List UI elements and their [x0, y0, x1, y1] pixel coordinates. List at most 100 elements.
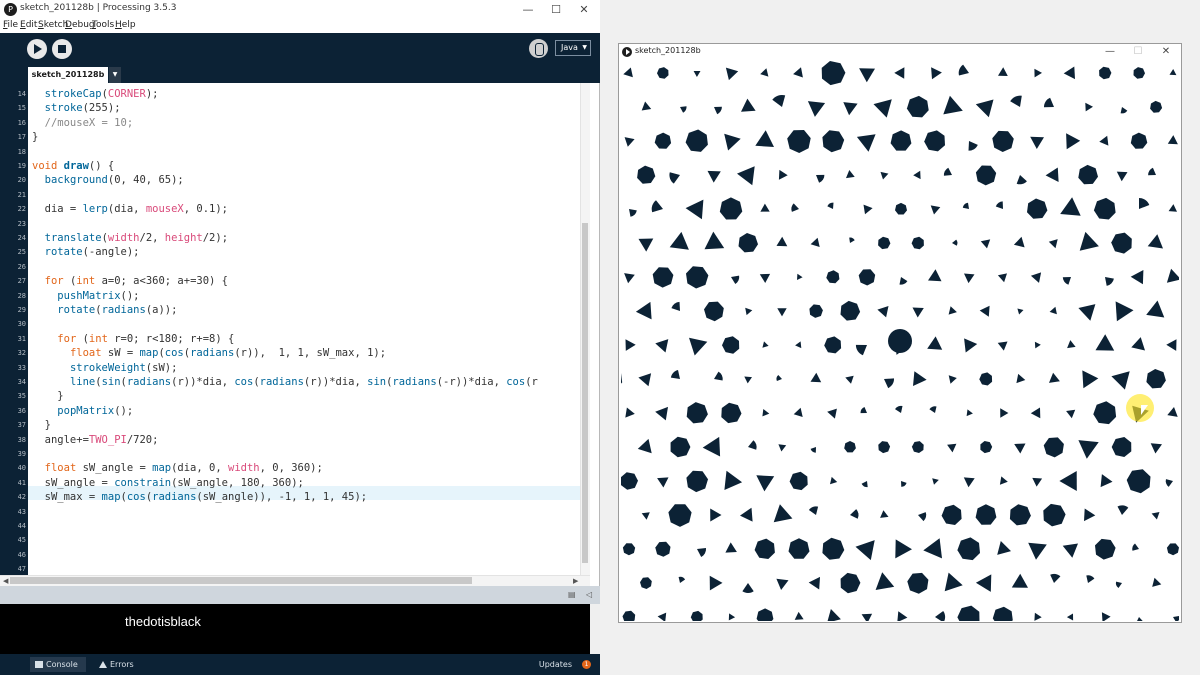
triangle-shape [1082, 370, 1099, 389]
code-token: map [139, 347, 159, 360]
menu-file[interactable]: File [3, 20, 18, 30]
menu-edit[interactable]: Edit [20, 20, 37, 30]
triangle-shape [877, 306, 889, 318]
errors-tab[interactable]: Errors [94, 657, 146, 672]
heptagon-shape [1150, 100, 1163, 113]
scroll-left-icon[interactable]: ◀ [3, 577, 8, 585]
code-line: dia = lerp(dia, mouseX, 0.1); [32, 202, 582, 216]
vertical-scroll-thumb[interactable] [582, 223, 588, 563]
triangle-shape [913, 371, 927, 386]
triangle-shape [1167, 135, 1178, 145]
sketch-canvas[interactable] [621, 61, 1179, 621]
line-number: 27 [17, 277, 26, 286]
triangle-shape [1111, 371, 1130, 390]
menu-help[interactable]: Help [115, 20, 136, 30]
code-token: strokeCap [44, 88, 102, 100]
stop-button[interactable] [52, 39, 72, 59]
heptagon-shape [878, 441, 891, 454]
wedge-shape [1148, 167, 1156, 176]
wedge-shape [670, 370, 680, 379]
heptagon-shape [686, 402, 708, 424]
triangle-shape [689, 337, 708, 356]
heptagon-shape [621, 472, 638, 490]
mode-label: Java [561, 43, 578, 52]
horizontal-scroll-thumb[interactable] [10, 577, 472, 584]
heptagon-shape [906, 95, 929, 118]
wedge-shape [850, 509, 859, 519]
generative-pattern [621, 61, 1179, 621]
triangle-shape [856, 134, 876, 152]
sketch-titlebar[interactable]: sketch_201128b — ☐ ✕ [619, 44, 1181, 60]
heptagon-shape [924, 130, 945, 152]
triangle-shape [744, 376, 752, 384]
heptagon-shape [789, 471, 808, 491]
close-button[interactable]: ✕ [570, 2, 598, 17]
updates-link[interactable]: Updates [539, 657, 572, 672]
line-number: 42 [17, 493, 26, 502]
menu-debug[interactable]: Debug [65, 20, 95, 30]
minimize-button[interactable]: — [514, 2, 542, 17]
code-token: void [32, 160, 58, 172]
wedge-shape [943, 167, 952, 176]
line-number: 17 [17, 133, 26, 142]
code-token: (); [120, 289, 140, 302]
menu-tools[interactable]: Tools [92, 20, 114, 30]
heptagon-shape [890, 130, 912, 151]
line-number: 15 [17, 104, 26, 113]
collapse-icon[interactable]: ◁ [586, 590, 592, 599]
maximize-button[interactable]: ☐ [542, 2, 570, 17]
debugger-icon[interactable] [529, 39, 548, 58]
heptagon-shape [1111, 437, 1132, 457]
copy-icon[interactable]: ▤ [568, 590, 576, 599]
code-token: (); [114, 404, 134, 417]
code-line: float sW = map(cos(radians(r)), 1, 1, sW… [32, 346, 582, 360]
scroll-right-icon[interactable]: ▶ [573, 577, 578, 585]
sketch-close-button[interactable]: ✕ [1153, 44, 1179, 60]
triangle-shape [1131, 337, 1145, 351]
console-output[interactable]: thedotisblack [0, 604, 590, 654]
tab-sketch[interactable]: sketch_201128b [28, 67, 108, 83]
code-line: stroke(255); [32, 101, 582, 115]
triangle-shape [913, 170, 921, 180]
code-token: radians [392, 376, 437, 388]
ide-titlebar[interactable]: P sketch_201128b | Processing 3.5.3 — ☐ … [0, 0, 600, 19]
triangle-shape [930, 205, 941, 215]
triangle-shape [725, 542, 737, 553]
code-token: radians [259, 376, 304, 388]
triangle-shape [1016, 373, 1026, 384]
triangle-shape [728, 613, 736, 621]
footer-bar: Console Errors Updates 1 [0, 654, 600, 675]
sketch-maximize-button[interactable]: ☐ [1125, 44, 1151, 60]
line-number: 24 [17, 234, 26, 242]
code-token: sW_max = [32, 491, 102, 504]
heptagon-shape [640, 577, 652, 589]
mode-selector[interactable]: Java ▼ [555, 40, 591, 56]
console-tab[interactable]: Console [30, 657, 86, 672]
tab-menu-button[interactable]: ▼ [109, 67, 121, 83]
heptagon-shape [822, 537, 845, 560]
code-token: () { [88, 160, 115, 172]
sketch-window: sketch_201128b — ☐ ✕ [618, 43, 1182, 623]
triangle-shape [793, 407, 803, 417]
triangle-shape [928, 269, 942, 282]
wedge-shape [962, 202, 969, 209]
code-editor[interactable]: 14 15 16 17 18 19 20 21 22 23 24 25 26 27 28 29 30 31 32 33… [0, 83, 590, 575]
heptagon-shape [840, 300, 861, 321]
line-number: 23 [17, 219, 26, 228]
triangle-shape [964, 273, 975, 284]
triangle-shape [863, 204, 873, 215]
heptagon-shape [895, 202, 907, 215]
menu-sketch[interactable]: Sketch [38, 20, 68, 30]
wedge-shape [1120, 107, 1128, 114]
triangle-shape [944, 572, 963, 592]
code-token: sin [367, 376, 387, 388]
sketch-minimize-button[interactable]: — [1097, 44, 1123, 60]
console-scrollbar[interactable] [590, 604, 600, 654]
run-button[interactable] [27, 39, 47, 59]
heptagon-shape [1166, 543, 1179, 556]
wedge-shape [776, 375, 782, 381]
heptagon-shape [826, 270, 840, 284]
triangle-shape [846, 170, 855, 179]
wedge-shape [901, 481, 907, 487]
